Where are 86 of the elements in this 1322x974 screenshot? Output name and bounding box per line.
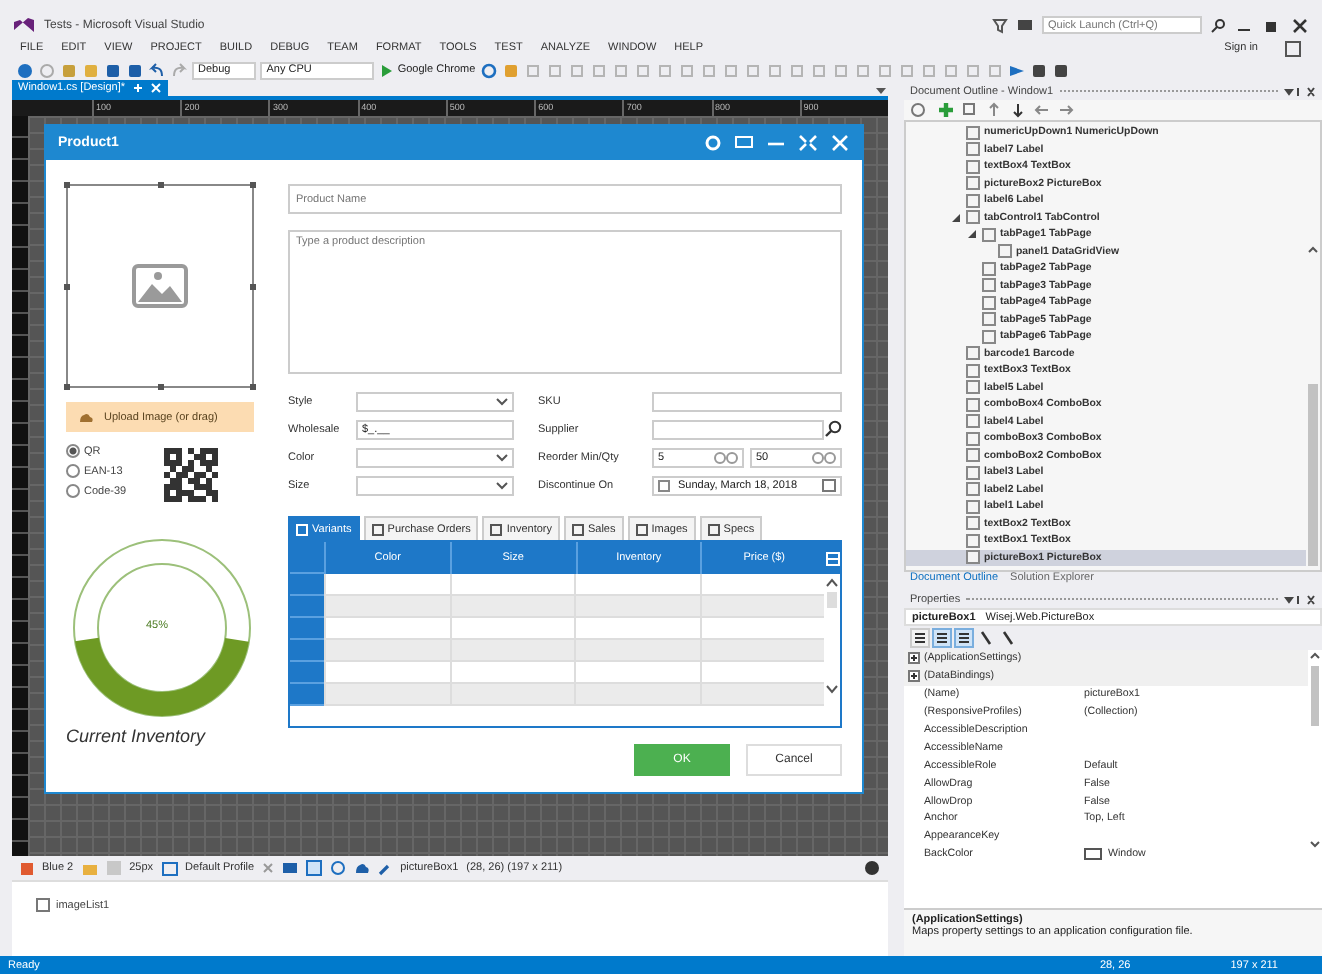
search-icon[interactable] — [824, 420, 842, 438]
caret-icon — [496, 453, 508, 461]
table-cell — [324, 618, 449, 640]
categorized-icon[interactable] — [910, 628, 930, 648]
move-icon[interactable] — [864, 860, 880, 876]
resize-handle[interactable] — [250, 182, 256, 188]
scrollbar-drawing[interactable] — [824, 574, 840, 698]
caret-icon — [496, 397, 508, 405]
alphabetical-icon[interactable] — [932, 628, 952, 648]
table-cell — [324, 596, 449, 618]
panel-controls-icon[interactable] — [1284, 85, 1316, 97]
tab-icon — [296, 523, 308, 535]
close-icon[interactable] — [1290, 17, 1310, 33]
checkbox-icon — [658, 479, 670, 491]
filter-icon[interactable] — [992, 17, 1008, 33]
table-cell — [699, 574, 824, 596]
panel-controls-icon[interactable] — [1284, 593, 1316, 605]
expand-icon[interactable] — [908, 670, 920, 683]
column-chooser-icon[interactable] — [826, 551, 840, 565]
resize-handle[interactable] — [250, 384, 256, 390]
cloud-upload-icon — [78, 411, 94, 423]
table-cell — [699, 618, 824, 640]
table-cell — [699, 662, 824, 684]
calendar-icon — [822, 478, 836, 492]
table-cell — [449, 640, 574, 662]
spin-buttons-icon — [812, 451, 836, 463]
table-cell — [574, 574, 699, 596]
table-cell — [699, 684, 824, 706]
table-cell — [699, 640, 824, 662]
theme-icon[interactable] — [20, 861, 34, 875]
table-cell — [324, 574, 449, 596]
resize-handle[interactable] — [64, 384, 70, 390]
dropdown-field[interactable] — [356, 475, 514, 495]
tab-icon — [371, 523, 384, 535]
undo-icon[interactable] — [148, 61, 166, 79]
add-icon[interactable] — [938, 102, 954, 118]
search-icon[interactable] — [1210, 17, 1226, 33]
table-cell — [449, 574, 574, 596]
resize-handle[interactable] — [158, 384, 164, 390]
table-cell — [574, 662, 699, 684]
resize-handle[interactable] — [64, 182, 70, 188]
resize-handle[interactable] — [158, 182, 164, 188]
table-cell — [449, 662, 574, 684]
tab-icon — [490, 523, 503, 535]
dropdown-icon[interactable] — [874, 84, 888, 96]
table-cell — [574, 684, 699, 706]
gauge-caption: Current Inventory — [66, 726, 208, 746]
table-cell — [449, 684, 574, 706]
table-cell — [324, 684, 449, 706]
restore-icon[interactable] — [1262, 17, 1282, 33]
pin-icon[interactable] — [131, 82, 143, 94]
expand-icon[interactable] — [908, 652, 920, 665]
cloud-icon[interactable] — [354, 862, 371, 874]
tab-icon — [707, 523, 720, 535]
spin-buttons-icon — [714, 451, 738, 463]
image-icon — [132, 264, 188, 308]
table-cell — [449, 618, 574, 640]
table-cell — [574, 618, 699, 640]
resize-handle[interactable] — [250, 284, 256, 290]
dropdown-field[interactable] — [356, 447, 514, 467]
table-cell — [449, 596, 574, 618]
folder-icon[interactable] — [81, 861, 98, 875]
table-cell — [324, 662, 449, 684]
qr-code-drawing — [162, 446, 221, 504]
tab-order-icon[interactable] — [1007, 61, 1026, 79]
layout-icon[interactable] — [306, 860, 323, 876]
maximize-icon[interactable] — [798, 134, 818, 152]
move-up-icon[interactable] — [986, 102, 1002, 118]
table-cell — [574, 596, 699, 618]
dropdown-field[interactable] — [356, 391, 514, 411]
table-cell — [574, 640, 699, 662]
profile-icon[interactable] — [161, 861, 178, 875]
vs-logo-icon — [12, 15, 36, 35]
move-down-icon[interactable] — [1010, 102, 1026, 118]
table-cell — [699, 596, 824, 618]
table-cell — [324, 640, 449, 662]
input-field[interactable] — [652, 419, 824, 439]
arrow-left-icon[interactable] — [1034, 102, 1050, 118]
caret-icon — [496, 481, 508, 489]
properties-icon[interactable] — [954, 628, 974, 648]
tab-icon — [635, 523, 648, 535]
input-field[interactable] — [652, 391, 842, 411]
tab-icon — [571, 523, 584, 535]
picture-box[interactable] — [66, 184, 254, 388]
resize-handle[interactable] — [64, 284, 70, 290]
arrow-right-icon[interactable] — [1058, 102, 1074, 118]
